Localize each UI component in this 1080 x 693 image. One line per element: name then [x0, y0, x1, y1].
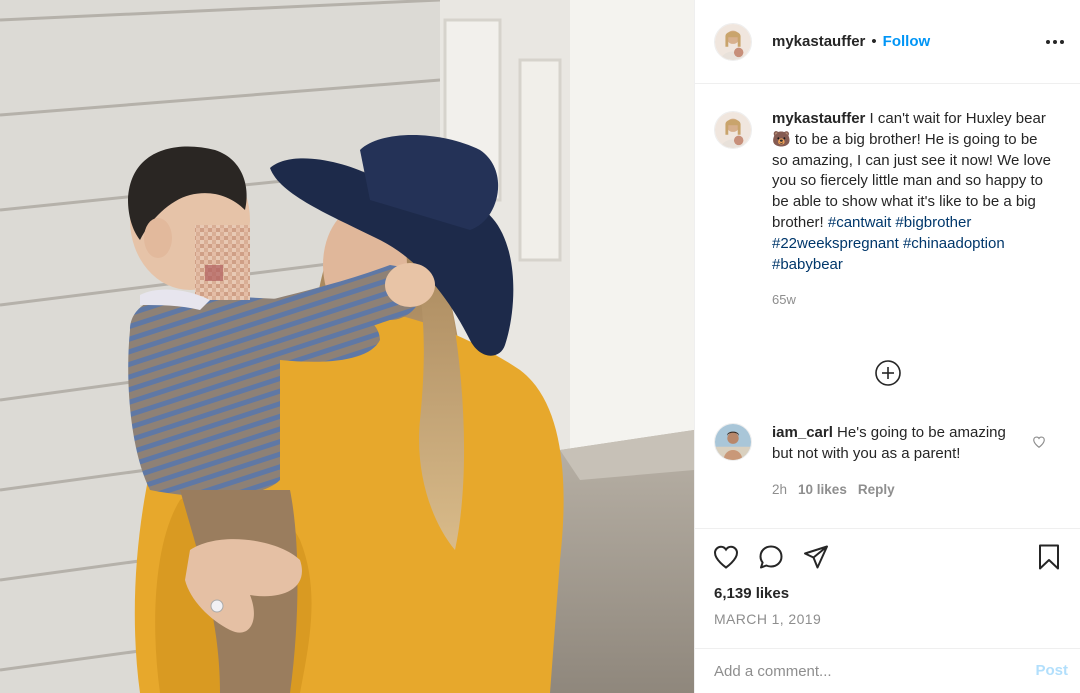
- plus-circle-icon[interactable]: [874, 359, 902, 387]
- profile-avatar-icon: [715, 23, 751, 60]
- share-icon[interactable]: [802, 543, 830, 571]
- post-header: mykastauffer • Follow: [695, 0, 1080, 84]
- commenter-avatar[interactable]: [714, 423, 752, 461]
- post-caption: mykastauffer I can't wait for Huxley bea…: [714, 109, 1074, 311]
- likes-count[interactable]: 6,139 likes: [714, 585, 789, 602]
- hashtag[interactable]: #bigbrother: [895, 214, 971, 231]
- add-comment-bar: Post: [695, 648, 1080, 693]
- caption-body: mykastauffer I can't wait for Huxley bea…: [772, 109, 1057, 311]
- post-actions: 6,139 likes MARCH 1, 2019: [695, 528, 1080, 648]
- caption-time[interactable]: 65w: [772, 290, 1057, 311]
- post-photo[interactable]: [0, 0, 694, 693]
- comment-likes[interactable]: 10 likes: [798, 480, 847, 501]
- commenter-username[interactable]: iam_carl: [772, 424, 833, 441]
- commenter-avatar-icon: [715, 424, 751, 460]
- more-options-icon[interactable]: [1043, 30, 1067, 54]
- profile-avatar-icon: [715, 112, 751, 148]
- comment-time[interactable]: 2h: [772, 480, 787, 501]
- post-image: [0, 0, 694, 693]
- caption-avatar[interactable]: [714, 111, 752, 149]
- separator-dot: •: [871, 33, 877, 50]
- comment-icon[interactable]: [757, 543, 785, 571]
- reply-button[interactable]: Reply: [858, 480, 895, 501]
- author-avatar[interactable]: [714, 22, 752, 61]
- author-username[interactable]: mykastauffer: [772, 33, 865, 50]
- hashtag[interactable]: #22weekspregnant: [772, 235, 899, 252]
- action-icons: [712, 543, 830, 571]
- hashtag[interactable]: #chinaadoption: [903, 235, 1005, 252]
- bookmark-icon[interactable]: [1035, 543, 1063, 571]
- comments-section: mykastauffer I can't wait for Huxley bea…: [695, 85, 1080, 528]
- comment-input[interactable]: [714, 662, 1014, 680]
- hashtag[interactable]: #babybear: [772, 256, 843, 273]
- comment-heart-icon[interactable]: [1032, 435, 1046, 449]
- caption-username[interactable]: mykastauffer: [772, 110, 865, 127]
- hashtag[interactable]: #cantwait: [828, 214, 891, 231]
- comment-meta: 2h 10 likes Reply: [772, 480, 1012, 501]
- post-comment-button[interactable]: Post: [1035, 662, 1068, 679]
- instagram-post: mykastauffer • Follow mykastauffer I can…: [0, 0, 1080, 693]
- caption-text: I can't wait for Huxley bear 🐻 to be a b…: [772, 110, 1052, 231]
- post-sidebar: mykastauffer • Follow mykastauffer I can…: [694, 0, 1080, 693]
- comment-body: iam_carl He's going to be amazing but no…: [772, 423, 1012, 500]
- post-date[interactable]: MARCH 1, 2019: [714, 611, 821, 627]
- heart-icon[interactable]: [712, 543, 740, 571]
- comment-item: iam_carl He's going to be amazing but no…: [714, 423, 1074, 500]
- follow-button[interactable]: Follow: [883, 33, 931, 50]
